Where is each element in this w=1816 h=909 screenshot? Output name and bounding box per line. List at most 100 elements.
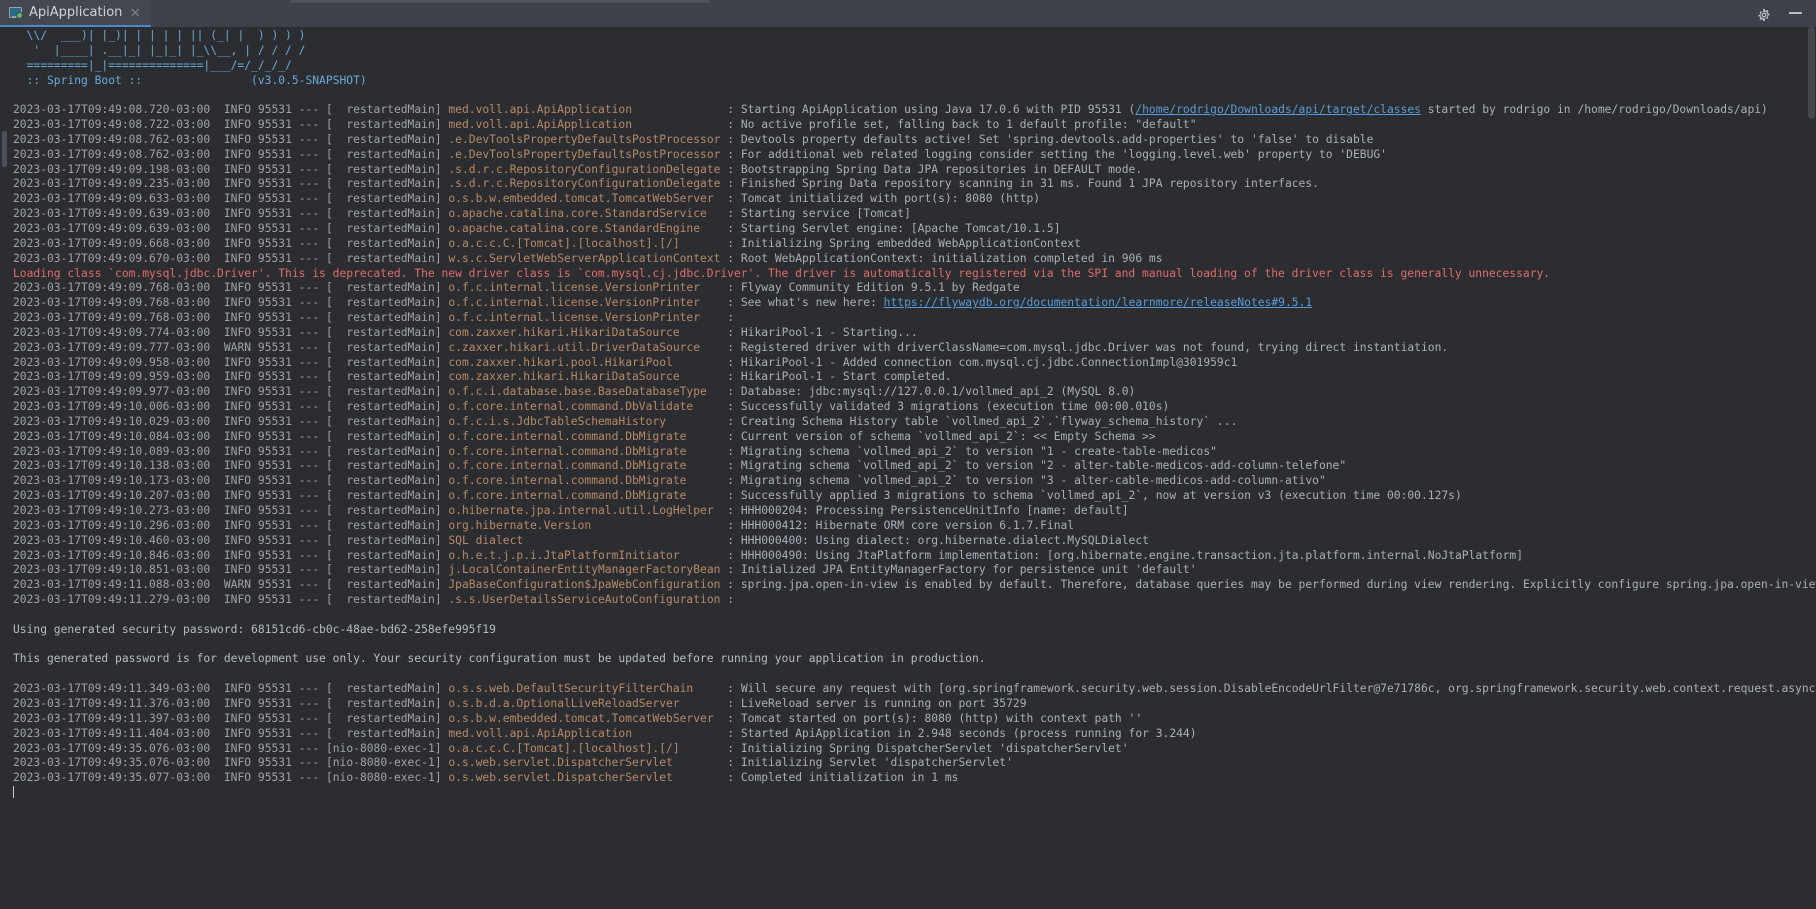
log-logger: .e.DevToolsPropertyDefaultsPostProcessor bbox=[448, 147, 721, 161]
console-line: 2023-03-17T09:49:09.198-03:00 INFO 95531… bbox=[13, 162, 1143, 176]
log-level: INFO bbox=[223, 281, 252, 295]
log-thread: [ restartedMain] bbox=[325, 236, 442, 250]
log-thread: [ restartedMain] bbox=[325, 696, 442, 710]
log-timestamp: 2023-03-17T09:49:10.207-03:00 bbox=[13, 489, 211, 503]
console-line: 2023-03-17T09:49:09.777-03:00 WARN 95531… bbox=[13, 340, 1449, 354]
log-thread: [ restartedMain] bbox=[325, 311, 442, 325]
log-timestamp: 2023-03-17T09:49:09.958-03:00 bbox=[13, 355, 211, 369]
console-line: 2023-03-17T09:49:10.846-03:00 INFO 95531… bbox=[13, 548, 1523, 562]
log-pid: 95531 bbox=[257, 711, 292, 725]
log-hyperlink[interactable]: https://flywaydb.org/documentation/learn… bbox=[884, 296, 1312, 309]
log-timestamp: 2023-03-17T09:49:10.029-03:00 bbox=[13, 414, 211, 428]
log-timestamp: 2023-03-17T09:49:11.397-03:00 bbox=[13, 711, 211, 725]
tab-title: ApiApplication bbox=[29, 5, 123, 20]
tab-api-application[interactable]: ApiApplication × bbox=[0, 0, 152, 27]
log-message: Started ApiApplication in 2.948 seconds … bbox=[740, 726, 1197, 740]
log-timestamp: 2023-03-17T09:49:09.777-03:00 bbox=[13, 340, 211, 354]
console-output[interactable]: \\/ ___)| |_)| | | | | || (_| | ) ) ) ) … bbox=[13, 27, 1816, 909]
log-thread: [ restartedMain] bbox=[325, 726, 442, 740]
log-message: HHH000490: Using JtaPlatform implementat… bbox=[740, 548, 1523, 562]
log-level: INFO bbox=[223, 444, 252, 458]
log-level: INFO bbox=[223, 325, 252, 339]
log-logger: o.f.core.internal.command.DbMigrate bbox=[448, 459, 721, 473]
log-timestamp: 2023-03-17T09:49:09.235-03:00 bbox=[13, 177, 211, 191]
log-pid: 95531 bbox=[257, 696, 292, 710]
minimize-icon[interactable] bbox=[1789, 11, 1802, 14]
log-message: Initialized JPA EntityManagerFactory for… bbox=[740, 563, 1197, 577]
log-logger: o.f.core.internal.command.DbMigrate bbox=[448, 474, 721, 488]
log-level: INFO bbox=[223, 355, 252, 369]
console-line: 2023-03-17T09:49:09.639-03:00 INFO 95531… bbox=[13, 221, 1061, 235]
log-timestamp: 2023-03-17T09:49:09.639-03:00 bbox=[13, 207, 211, 221]
log-level: INFO bbox=[223, 103, 252, 117]
log-pid: 95531 bbox=[257, 370, 292, 384]
console-line: 2023-03-17T09:49:10.084-03:00 INFO 95531… bbox=[13, 429, 1156, 443]
log-thread: [ restartedMain] bbox=[325, 370, 442, 384]
log-pid: 95531 bbox=[257, 251, 292, 265]
log-logger: med.voll.api.ApiApplication bbox=[448, 103, 721, 117]
console-line: 2023-03-17T09:49:10.851-03:00 INFO 95531… bbox=[13, 563, 1197, 577]
console-line: 2023-03-17T09:49:10.138-03:00 INFO 95531… bbox=[13, 459, 1347, 473]
log-level: WARN bbox=[223, 340, 252, 354]
log-timestamp: 2023-03-17T09:49:10.138-03:00 bbox=[13, 459, 211, 473]
log-timestamp: 2023-03-17T09:49:11.279-03:00 bbox=[13, 593, 211, 607]
log-pid: 95531 bbox=[257, 162, 292, 176]
spring-banner-line: ' |____| .__|_| |_|_| |_\\__, | / / / / bbox=[13, 43, 306, 57]
log-pid: 95531 bbox=[257, 340, 292, 354]
log-level: INFO bbox=[223, 251, 252, 265]
log-thread: [ restartedMain] bbox=[325, 207, 442, 221]
log-timestamp: 2023-03-17T09:49:11.349-03:00 bbox=[13, 682, 211, 696]
log-pid: 95531 bbox=[257, 444, 292, 458]
log-pid: 95531 bbox=[257, 771, 292, 785]
log-logger: o.s.web.servlet.DispatcherServlet bbox=[448, 756, 721, 770]
console-line: 2023-03-17T09:49:09.768-03:00 INFO 95531… bbox=[13, 281, 1020, 295]
log-message: spring.jpa.open-in-view is enabled by de… bbox=[740, 578, 1816, 592]
log-thread: [ restartedMain] bbox=[325, 177, 442, 191]
log-timestamp: 2023-03-17T09:49:09.670-03:00 bbox=[13, 251, 211, 265]
log-message: Migrating schema `vollmed_api_2` to vers… bbox=[740, 459, 1347, 473]
log-thread: [ restartedMain] bbox=[325, 340, 442, 354]
log-thread: [ restartedMain] bbox=[325, 504, 442, 517]
console-line: 2023-03-17T09:49:35.077-03:00 INFO 95531… bbox=[13, 771, 959, 785]
log-level: INFO bbox=[223, 563, 252, 577]
log-timestamp: 2023-03-17T09:49:09.633-03:00 bbox=[13, 192, 211, 206]
log-thread: [ restartedMain] bbox=[325, 103, 442, 117]
log-pid: 95531 bbox=[257, 296, 292, 310]
scrollbar-thumb[interactable] bbox=[1808, 27, 1815, 119]
console-line: 2023-03-17T09:49:09.670-03:00 INFO 95531… bbox=[13, 251, 1163, 265]
log-thread: [ restartedMain] bbox=[325, 578, 442, 592]
log-thread: [ restartedMain] bbox=[325, 296, 442, 310]
console-line: 2023-03-17T09:49:10.029-03:00 INFO 95531… bbox=[13, 414, 1238, 428]
console-line: 2023-03-17T09:49:11.279-03:00 INFO 95531… bbox=[13, 593, 741, 607]
log-level: INFO bbox=[223, 414, 252, 428]
generated-password-line: Using generated security password: 68151… bbox=[13, 622, 496, 636]
spring-banner-line: \\/ ___)| |_)| | | | | || (_| | ) ) ) ) bbox=[13, 29, 306, 42]
log-logger: o.f.core.internal.command.DbMigrate bbox=[448, 429, 721, 443]
gutter-handle[interactable] bbox=[2, 131, 7, 167]
log-pid: 95531 bbox=[257, 177, 292, 191]
log-pid: 95531 bbox=[257, 682, 292, 696]
console-line: 2023-03-17T09:49:10.173-03:00 INFO 95531… bbox=[13, 474, 1326, 488]
log-message: HikariPool-1 - Start completed. bbox=[740, 370, 952, 384]
close-icon[interactable]: × bbox=[129, 6, 141, 20]
log-hyperlink[interactable]: /home/rodrigo/Downloads/api/target/class… bbox=[1135, 103, 1421, 116]
log-timestamp: 2023-03-17T09:49:10.173-03:00 bbox=[13, 474, 211, 488]
log-message: See what's new here: bbox=[740, 296, 884, 310]
console-line: 2023-03-17T09:49:10.006-03:00 INFO 95531… bbox=[13, 400, 1170, 414]
console-line: 2023-03-17T09:49:35.076-03:00 INFO 95531… bbox=[13, 756, 1013, 770]
log-timestamp: 2023-03-17T09:49:09.668-03:00 bbox=[13, 236, 211, 250]
log-message: Migrating schema `vollmed_api_2` to vers… bbox=[740, 474, 1326, 488]
gear-icon[interactable] bbox=[1757, 7, 1771, 21]
log-level: INFO bbox=[223, 711, 252, 725]
console-scrollbar[interactable] bbox=[1807, 27, 1816, 909]
log-message: Tomcat started on port(s): 8080 (http) w… bbox=[740, 711, 1143, 725]
log-message: Current version of schema `vollmed_api_2… bbox=[740, 429, 1156, 443]
log-message: Bootstrapping Spring Data JPA repositori… bbox=[740, 162, 1143, 176]
log-timestamp: 2023-03-17T09:49:09.768-03:00 bbox=[13, 311, 211, 325]
console-caret-line bbox=[13, 786, 1816, 801]
log-thread: [ restartedMain] bbox=[325, 563, 442, 577]
log-logger: o.f.c.internal.license.VersionPrinter bbox=[448, 296, 721, 310]
log-timestamp: 2023-03-17T09:49:09.198-03:00 bbox=[13, 162, 211, 176]
log-pid: 95531 bbox=[257, 756, 292, 770]
